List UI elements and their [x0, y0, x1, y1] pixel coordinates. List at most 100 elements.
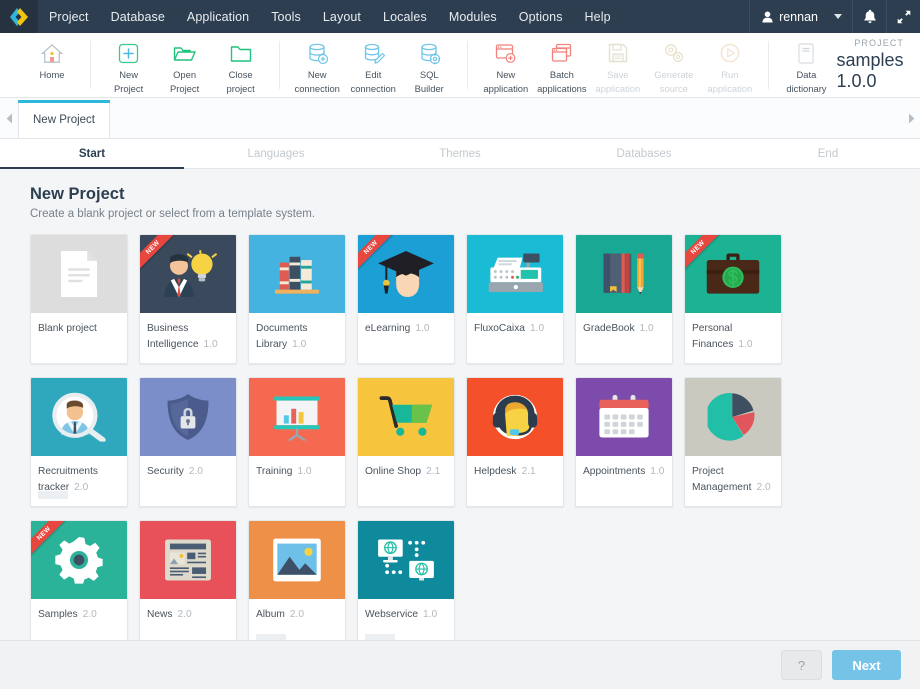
template-card[interactable]: NEW eLearning 1.0	[357, 234, 455, 364]
toolbar-sql-builder-button[interactable]: SQL Builder	[401, 33, 457, 97]
wizard-step-databases[interactable]: Databases	[552, 139, 736, 168]
menu-item-label: Project	[49, 9, 89, 24]
toolbar-button-label2: project	[226, 83, 255, 94]
graduate-cap-icon	[375, 249, 437, 298]
page-subtitle: Create a blank project or select from a …	[30, 208, 316, 220]
app-logo[interactable]	[0, 0, 38, 33]
template-card[interactable]: Project Management 2.0	[684, 377, 782, 507]
tab-scroll-right-button[interactable]	[902, 98, 920, 138]
template-card-body: Appointments 1.0	[576, 456, 672, 479]
toolbar-button-label2: application	[707, 83, 753, 94]
headset-support-icon	[489, 393, 541, 441]
template-card-version: 2.0	[188, 466, 203, 477]
template-card[interactable]: News 2.0	[139, 520, 237, 640]
wizard-step-label: Databases	[616, 147, 672, 160]
toolbar-open-project-button[interactable]: Open Project	[157, 33, 213, 97]
template-card-body: Training 1.0	[249, 456, 345, 479]
toolbar-group-application: New application Batch applications Save …	[476, 33, 760, 97]
toolbar-new-connection-button[interactable]: New connection	[289, 33, 345, 97]
menu-item-locales[interactable]: Locales	[372, 0, 438, 33]
save-application-icon	[607, 40, 629, 66]
menu-item-tools[interactable]: Tools	[260, 0, 312, 33]
user-menu[interactable]: rennan	[749, 0, 852, 33]
template-card[interactable]: NEW Business Intelligence 1.0	[139, 234, 237, 364]
template-card[interactable]: Documents Library 1.0	[248, 234, 346, 364]
toolbar-new-application-button[interactable]: New application	[478, 33, 534, 97]
fullscreen-button[interactable]	[886, 0, 920, 33]
menu-item-modules[interactable]: Modules	[438, 0, 508, 33]
menu-item-database[interactable]: Database	[100, 0, 176, 33]
sql-builder-icon	[418, 40, 441, 66]
template-card[interactable]: Album 2.0	[248, 520, 346, 640]
menu-item-application[interactable]: Application	[176, 0, 260, 33]
template-card[interactable]: Training 1.0	[248, 377, 346, 507]
photo-icon	[272, 537, 323, 583]
toolbar-home-button[interactable]: Home	[24, 33, 80, 97]
template-card-version: 1.0	[639, 323, 654, 334]
notifications-button[interactable]	[852, 0, 886, 33]
template-card-image: NEW	[31, 521, 127, 599]
template-card-version: 1.0	[529, 323, 545, 334]
toolbar-batch-applications-button[interactable]: Batch applications	[534, 33, 590, 97]
template-card-image	[31, 235, 127, 313]
toolbar-button-label: Home	[39, 69, 65, 80]
menu-item-help[interactable]: Help	[574, 0, 622, 33]
template-card[interactable]: Appointments 1.0	[575, 377, 673, 507]
toolbar-separator	[90, 41, 91, 89]
wizard-step-languages[interactable]: Languages	[184, 139, 368, 168]
template-card-image	[467, 378, 563, 456]
page-title: New Project	[30, 185, 125, 203]
template-card-body: Recruitments tracker 2.0	[31, 456, 127, 495]
menu-item-layout[interactable]: Layout	[312, 0, 372, 33]
toolbar-button-label: Open	[173, 69, 197, 80]
toolbar-close-project-button[interactable]: Close project	[213, 33, 269, 97]
template-card[interactable]: FluxoCaixa 1.0	[466, 234, 564, 364]
template-card-name: Helpdesk	[474, 466, 517, 477]
tab-new-project[interactable]: New Project	[18, 100, 110, 138]
template-card[interactable]: Webservice 1.0	[357, 520, 455, 640]
menu-item-project[interactable]: Project	[38, 0, 100, 33]
toolbar-button-label2: application	[483, 83, 529, 94]
template-card[interactable]: Helpdesk 2.1	[466, 377, 564, 507]
wizard-step-start[interactable]: Start	[0, 139, 184, 169]
template-card-version: 1.0	[738, 339, 753, 350]
menu-item-label: Modules	[448, 9, 497, 24]
menu-item-options[interactable]: Options	[508, 0, 574, 33]
tab-scroll-left-button[interactable]	[0, 98, 18, 138]
toolbar-group-home: Home	[22, 33, 82, 97]
blank-document-icon	[60, 250, 98, 298]
template-card-body: FluxoCaixa 1.0	[467, 313, 563, 336]
template-card-name: Project Management	[692, 466, 752, 493]
template-card[interactable]: Security 2.0	[139, 377, 237, 507]
template-card-name: Webservice	[365, 609, 419, 620]
wizard-step-themes[interactable]: Themes	[368, 139, 552, 168]
template-card[interactable]: Blank project	[30, 234, 128, 364]
template-card-name: Online Shop	[365, 466, 422, 477]
toolbar-button-label: Close	[228, 69, 253, 80]
notebook-pencil-icon	[599, 250, 650, 298]
template-card[interactable]: GradeBook 1.0	[575, 234, 673, 364]
template-card[interactable]: Recruitments tracker 2.0	[30, 377, 128, 507]
template-card[interactable]: NEW Samples 2.0	[30, 520, 128, 640]
template-grid: Blank project NEW Business Intelligence 1.0…	[0, 220, 890, 640]
toolbar-edit-connection-button[interactable]: Edit connection	[345, 33, 401, 97]
toolbar-button-label2: Project	[170, 83, 200, 94]
toolbar-separator	[767, 41, 769, 89]
toolbar-button-label2: Project	[114, 83, 144, 94]
menu-item-label: Tools	[271, 9, 301, 24]
toolbar-new-project-button[interactable]: New Project	[101, 33, 157, 97]
template-card-body: Documents Library 1.0	[249, 313, 345, 352]
help-button-label: ?	[797, 657, 806, 673]
bell-icon	[863, 9, 876, 24]
project-info: PROJECT samples 1.0.0	[836, 33, 920, 97]
wizard-step-end[interactable]: End	[736, 139, 920, 168]
template-card-name: Business Intelligence	[147, 323, 199, 350]
template-card-placeholder	[256, 634, 286, 640]
toolbar-group-connection: New connection Edit connection SQL Build…	[287, 33, 459, 97]
next-button[interactable]: Next	[832, 650, 901, 680]
template-card-version: 1.0	[415, 323, 430, 334]
template-card[interactable]: Online Shop 2.1	[357, 377, 455, 507]
help-button[interactable]: ?	[781, 650, 822, 680]
toolbar-data-dictionary-button[interactable]: Data dictionary	[778, 33, 834, 97]
template-card[interactable]: NEW Personal Finances 1.0	[684, 234, 782, 364]
